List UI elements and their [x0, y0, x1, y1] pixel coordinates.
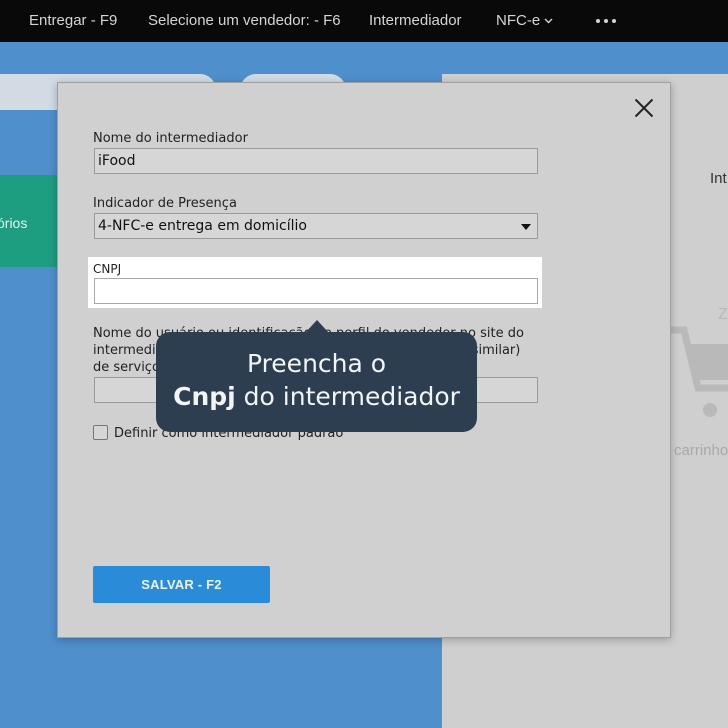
top-navigation-bar: Entregar - F9 Selecione um vendedor: - F…	[0, 0, 728, 42]
tooltip-line-2-text: do intermediador	[235, 382, 460, 411]
nav-intermediador[interactable]: Intermediador	[369, 12, 462, 29]
background-panel-title: Int	[710, 170, 727, 187]
dropdown-arrow-icon	[521, 224, 531, 230]
more-options-icon[interactable]	[596, 19, 616, 23]
nome-intermediador-label: Nome do intermediador	[93, 131, 248, 146]
cnpj-highlight: CNPJ	[88, 257, 542, 308]
indicador-presenca-value: 4-NFC-e entrega em domicílio	[98, 218, 307, 234]
nav-entregar[interactable]: Entregar - F9	[29, 12, 117, 29]
indicador-presenca-select[interactable]: 4-NFC-e entrega em domicílio	[94, 213, 538, 239]
nav-nfce-label: NFC-e	[496, 12, 541, 29]
tooltip-line-2: Cnpj do intermediador	[156, 380, 477, 413]
background-cart-text: carrinho	[674, 442, 728, 459]
cnpj-input[interactable]	[94, 278, 538, 304]
indicador-presenca-label: Indicador de Presença	[93, 196, 237, 211]
cnpj-label: CNPJ	[93, 262, 122, 276]
nav-nfce-dropdown[interactable]: NFC-e	[496, 12, 553, 29]
chevron-down-icon	[544, 18, 553, 24]
save-button[interactable]: SALVAR - F2	[93, 566, 270, 603]
close-icon[interactable]	[634, 98, 654, 118]
shopping-cart-icon	[670, 326, 728, 417]
padrao-checkbox[interactable]	[93, 425, 108, 440]
tooltip-bold-word: Cnpj	[173, 382, 236, 411]
tooltip-line-1: Preencha o	[246, 349, 387, 378]
nav-selecionar-vendedor[interactable]: Selecione um vendedor: - F6	[148, 12, 341, 29]
cnpj-tooltip: Preencha o Cnpj do intermediador	[156, 320, 477, 432]
background-category-label: sórios	[0, 215, 28, 231]
nome-intermediador-input[interactable]: iFood	[94, 148, 538, 174]
